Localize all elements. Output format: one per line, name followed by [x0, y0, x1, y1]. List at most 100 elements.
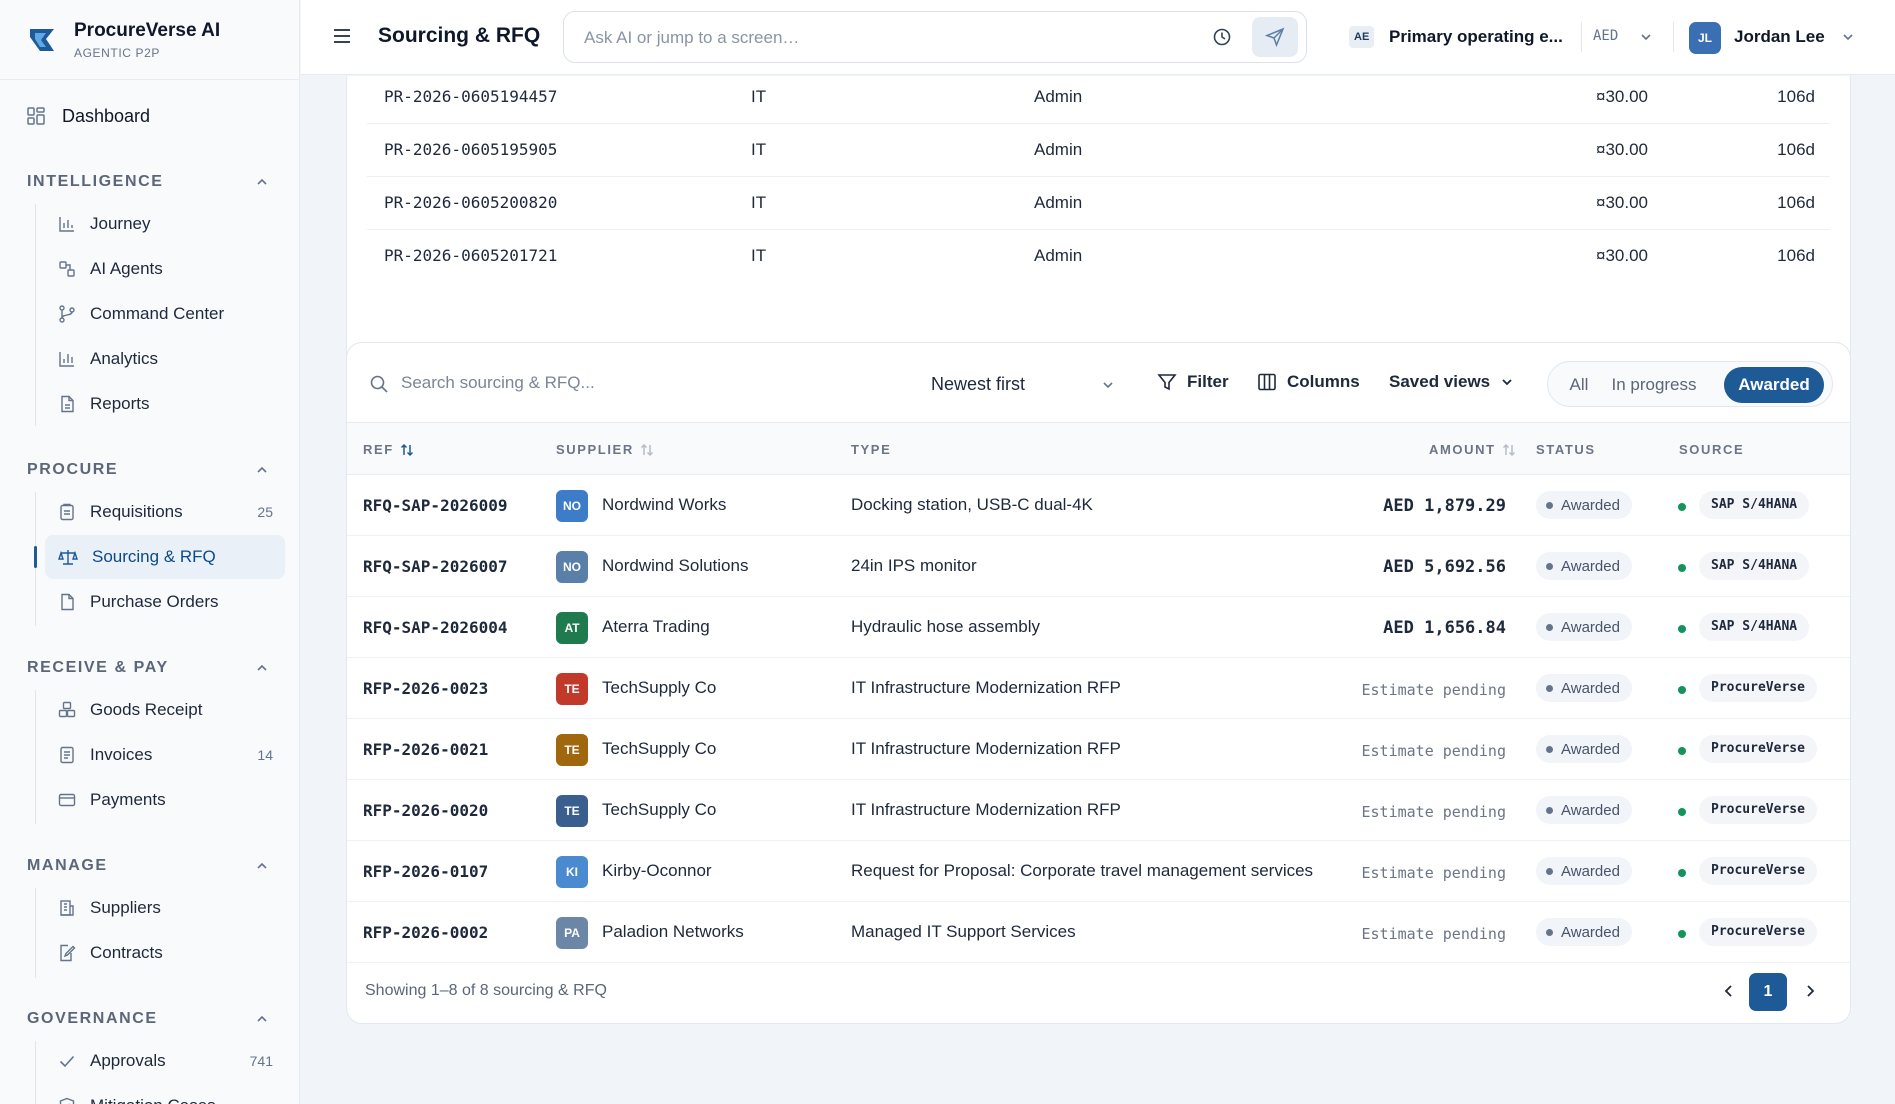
search-icon	[370, 375, 388, 393]
chevron-right-icon[interactable]	[1802, 983, 1818, 999]
page-button[interactable]: 1	[1749, 973, 1787, 1011]
column-ref[interactable]: REF	[363, 442, 414, 457]
sidebar-item-requisitions[interactable]: Requisitions 25	[45, 490, 285, 534]
sidebar-item-purchase-orders[interactable]: Purchase Orders	[45, 580, 285, 624]
chevron-left-icon[interactable]	[1721, 983, 1737, 999]
section-header[interactable]: GOVERNANCE	[0, 1005, 299, 1033]
pr-amount: ¤30.00	[1596, 246, 1648, 265]
table-row[interactable]: RFQ-SAP-2026004 AT Aterra Trading Hydraulic…	[347, 597, 1850, 658]
rfq-ref: RFP-2026-0023	[363, 679, 489, 698]
table-row[interactable]: PR-2026-0605200820 IT Admin ¤30.00 106d	[367, 177, 1830, 230]
shield-icon	[59, 1097, 75, 1104]
sidebar-item-label: Payments	[90, 790, 166, 809]
table-row[interactable]: RFQ-SAP-2026007 NO Nordwind Solutions 24in …	[347, 536, 1850, 597]
clock-icon[interactable]	[1212, 27, 1232, 47]
segment-in-progress[interactable]: In progress	[1610, 367, 1698, 403]
column-label: STATUS	[1536, 442, 1596, 457]
entity-selector[interactable]: Primary operating e...	[1389, 27, 1563, 47]
sort-select[interactable]: Newest first	[931, 374, 1025, 395]
column-supplier[interactable]: SUPPLIER	[556, 442, 654, 457]
source-dot-icon	[1678, 747, 1686, 755]
user-name[interactable]: Jordan Lee	[1734, 27, 1825, 47]
sidebar-item-approvals[interactable]: Approvals 741	[45, 1039, 285, 1083]
column-amount[interactable]: AMOUNT	[1429, 442, 1516, 457]
menu-icon[interactable]	[333, 28, 351, 44]
saved-views-button[interactable]: Saved views	[1389, 372, 1524, 392]
sidebar-item-invoices[interactable]: Invoices 14	[45, 733, 285, 777]
ai-search-input[interactable]: Ask AI or jump to a screen…	[563, 11, 1307, 63]
status-badge: Awarded	[1536, 674, 1632, 702]
sidebar-item-command-center[interactable]: Command Center	[45, 292, 285, 336]
segment-all[interactable]: All	[1556, 367, 1602, 403]
sidebar-item-mitigation-cases[interactable]: Mitigation Cases	[45, 1084, 285, 1104]
table-row[interactable]: RFP-2026-0107 KI Kirby-Oconnor Request for …	[347, 841, 1850, 902]
status-badge: Awarded	[1536, 613, 1632, 641]
check-icon	[59, 1055, 75, 1068]
sidebar-item-reports[interactable]: Reports	[45, 382, 285, 426]
currency-selector[interactable]: AED	[1593, 28, 1618, 44]
supplier-name: TechSupply Co	[602, 800, 717, 819]
sidebar-item-label: Invoices	[90, 745, 153, 764]
pr-ref: PR-2026-0605194457	[384, 87, 558, 106]
chevron-down-icon[interactable]	[1841, 30, 1855, 44]
send-button[interactable]	[1252, 17, 1298, 57]
chevron-up-icon	[257, 178, 267, 185]
sidebar-item-label: Dashboard	[62, 105, 151, 126]
sidebar-item-contracts[interactable]: Contracts	[45, 931, 285, 975]
scale-icon	[58, 550, 78, 565]
section-header[interactable]: PROCURE	[0, 456, 299, 484]
columns-button[interactable]: Columns	[1257, 372, 1360, 392]
sidebar-item-sourcing-rfq[interactable]: Sourcing & RFQ	[34, 535, 285, 579]
sidebar-item-analytics[interactable]: Analytics	[45, 337, 285, 381]
supplier-name: Nordwind Works	[602, 495, 727, 514]
table-row[interactable]: RFP-2026-0021 TE TechSupply Co IT Infrastru…	[347, 719, 1850, 780]
chevron-down-icon[interactable]	[1101, 378, 1115, 392]
chevron-down-icon[interactable]	[1639, 30, 1653, 44]
rfq-amount: Estimate pending	[1361, 681, 1507, 699]
sidebar-item-goods-receipt[interactable]: Goods Receipt	[45, 688, 285, 732]
sidebar-item-ai-agents[interactable]: AI Agents	[45, 247, 285, 291]
pr-department: IT	[751, 246, 767, 265]
source-badge: ProcureVerse	[1699, 674, 1817, 702]
pr-requester: Admin	[1034, 87, 1083, 106]
status-badge: Awarded	[1536, 735, 1632, 763]
section-title: RECEIVE & PAY	[27, 659, 169, 676]
table-row[interactable]: PR-2026-0605201721 IT Admin ¤30.00 106d	[367, 230, 1830, 283]
table-row[interactable]: RFP-2026-0002 PA Paladion Networks Managed …	[347, 902, 1850, 963]
divider	[1581, 22, 1582, 52]
status-badge: Awarded	[1536, 918, 1632, 946]
table-row[interactable]: PR-2026-0605194457 IT Admin ¤30.00 106d	[367, 76, 1830, 124]
segment-awarded[interactable]: Awarded	[1724, 367, 1824, 403]
section-header[interactable]: MANAGE	[0, 852, 299, 880]
source-badge: ProcureVerse	[1699, 796, 1817, 824]
sidebar-item-label: Requisitions	[90, 502, 183, 521]
table-row[interactable]: PR-2026-0605195905 IT Admin ¤30.00 106d	[367, 124, 1830, 177]
sidebar-item-journey[interactable]: Journey	[45, 202, 285, 246]
brand[interactable]: ProcureVerse AI AGENTIC P2P	[0, 0, 299, 80]
pr-age: 106d	[1777, 193, 1815, 212]
rfq-ref: RFP-2026-0021	[363, 740, 489, 759]
section-title: INTELLIGENCE	[27, 173, 164, 190]
avatar[interactable]: JL	[1689, 22, 1721, 54]
table-row[interactable]: RFQ-SAP-2026009 NO Nordwind Works Docking s…	[347, 475, 1850, 536]
section-header[interactable]: INTELLIGENCE	[0, 168, 299, 196]
filter-button[interactable]: Filter	[1157, 372, 1229, 392]
main-content: PR-2026-0605194457 IT Admin ¤30.00 106d …	[301, 76, 1895, 1104]
logo-icon	[30, 28, 54, 51]
table-row[interactable]: RFP-2026-0023 TE TechSupply Co IT Infrastru…	[347, 658, 1850, 719]
invoice-icon	[60, 746, 74, 764]
pr-department: IT	[751, 87, 767, 106]
sidebar-item-suppliers[interactable]: Suppliers	[45, 886, 285, 930]
table-row[interactable]: RFP-2026-0020 TE TechSupply Co IT Infrastru…	[347, 780, 1850, 841]
pr-amount: ¤30.00	[1596, 140, 1648, 159]
table-search-input[interactable]: Search sourcing & RFQ...	[401, 373, 595, 393]
chevron-down-icon	[1502, 379, 1512, 386]
sidebar-item-payments[interactable]: Payments	[45, 778, 285, 822]
sidebar-item-dashboard[interactable]: Dashboard	[12, 94, 287, 138]
sidebar-item-label: Goods Receipt	[90, 700, 203, 719]
supplier-avatar: TE	[556, 734, 588, 766]
pr-ref: PR-2026-0605201721	[384, 246, 558, 265]
sidebar-item-label: Mitigation Cases	[90, 1096, 216, 1104]
supplier-avatar: NO	[556, 551, 588, 583]
section-header[interactable]: RECEIVE & PAY	[0, 654, 299, 682]
